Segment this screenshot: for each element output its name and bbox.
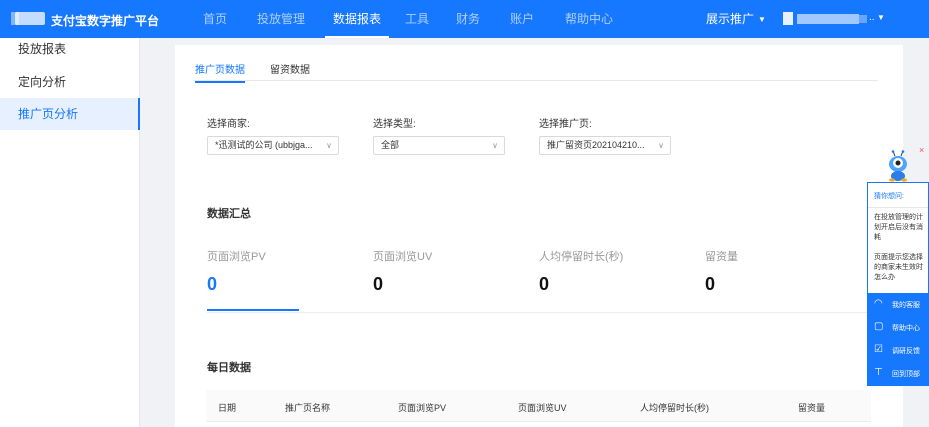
help-center-label: 帮助中心: [892, 325, 920, 332]
chevron-down-icon: ∨: [326, 141, 332, 150]
nav-home[interactable]: 首页: [203, 0, 227, 38]
merchant-select-value: *迅测试的公司 (ubbjga...: [215, 140, 313, 150]
stat-uv-label[interactable]: 页面浏览UV: [373, 248, 432, 264]
feedback-button[interactable]: ☑ 调研反馈: [868, 339, 928, 362]
user-name-redacted-tail: [859, 15, 867, 23]
daily-title: 每日数据: [207, 362, 251, 374]
user-name-redacted: [797, 14, 859, 24]
caret-down-icon: ▼: [877, 13, 885, 22]
column-header-avg-duration: 人均停留时长(秒): [640, 403, 709, 413]
stat-avg-duration-label[interactable]: 人均停留时长(秒): [539, 248, 623, 264]
landing-page-select-value: 推广留资页202104210...: [547, 140, 645, 150]
help-center-button[interactable]: ▢ 帮助中心: [868, 316, 928, 339]
user-menu[interactable]: .. ▼: [783, 12, 885, 26]
daily-table-header: 日期 推广页名称 页面浏览PV 页面浏览UV 人均停留时长(秒) 留资量: [206, 390, 871, 422]
helper-panel: 猜你想问: 在投放管理的计划开启后没有消耗 页面提示您选择的商家未生效时怎么办 …: [867, 182, 929, 386]
user-name-suffix: ..: [869, 12, 875, 23]
merchant-select[interactable]: *迅测试的公司 (ubbjga... ∨: [207, 136, 339, 155]
brand-title[interactable]: 支付宝数字推广平台: [51, 12, 159, 29]
column-header-leads: 留资量: [798, 403, 826, 413]
tab-divider: [193, 80, 878, 81]
headset-icon: ◠: [874, 298, 883, 309]
caret-down-icon: ▼: [758, 15, 766, 24]
column-header-date: 日期: [218, 403, 237, 413]
column-header-page-name: 推广页名称: [285, 403, 331, 413]
stat-leads-label[interactable]: 留资量: [705, 248, 738, 264]
column-header-uv: 页面浏览UV: [518, 403, 567, 413]
sidebar-item-targeting-analysis[interactable]: 定向分析: [0, 66, 140, 98]
brand-logo[interactable]: [11, 12, 45, 25]
nav-help-center[interactable]: 帮助中心: [565, 0, 613, 38]
feedback-icon: ☑: [874, 344, 883, 355]
active-stat-indicator: [207, 309, 299, 311]
type-select-value: 全部: [381, 140, 400, 150]
stat-pv-label[interactable]: 页面浏览PV: [207, 248, 266, 264]
my-service-button[interactable]: ◠ 我的客服: [868, 293, 928, 316]
main-card: 推广页数据 留资数据 选择商家: *迅测试的公司 (ubbjga... ∨ 选择…: [175, 45, 903, 427]
page-filter-label: 选择推广页:: [539, 119, 592, 130]
sidebar-item-campaign-report[interactable]: 投放报表: [0, 33, 140, 65]
stats-divider: [207, 312, 878, 313]
stat-uv-value: 0: [373, 274, 384, 294]
avatar: [783, 12, 793, 25]
back-to-top-button[interactable]: ⊤ 回到顶部: [868, 362, 928, 385]
chevron-down-icon: ∨: [658, 141, 664, 150]
helper-question[interactable]: 页面提示您选择的商家未生效时怎么办: [874, 253, 926, 283]
nav-data-reports[interactable]: 数据报表: [324, 0, 390, 38]
landing-page-select[interactable]: 推广留资页202104210... ∨: [539, 136, 671, 155]
sidebar-item-landing-page-analysis[interactable]: 推广页分析: [0, 98, 140, 130]
type-select[interactable]: 全部 ∨: [373, 136, 505, 155]
my-service-label: 我的客服: [892, 302, 920, 309]
help-icon: ▢: [874, 321, 884, 332]
summary-title: 数据汇总: [207, 208, 251, 220]
tab-landing-page-data[interactable]: 推广页数据: [195, 61, 245, 83]
assistant-mascot-icon[interactable]: [883, 150, 913, 182]
sidebar: 投放报表 定向分析 推广页分析: [0, 38, 140, 427]
merchant-filter-label: 选择商家:: [207, 119, 250, 130]
to-top-icon: ⊤: [874, 367, 883, 378]
stat-pv-value: 0: [207, 274, 218, 294]
helper-title: 猜你想问:: [874, 193, 904, 200]
tab-lead-data[interactable]: 留资数据: [270, 61, 310, 76]
stat-avg-duration-value: 0: [539, 274, 550, 294]
chevron-down-icon: ∨: [492, 141, 498, 150]
type-filter-label: 选择类型:: [373, 119, 416, 130]
back-to-top-label: 回到顶部: [892, 371, 920, 378]
stat-leads-value: 0: [705, 274, 716, 294]
helper-actions: ◠ 我的客服 ▢ 帮助中心 ☑ 调研反馈 ⊤ 回到顶部: [868, 293, 928, 385]
promo-type-dropdown[interactable]: 展示推广 ▼: [706, 0, 766, 38]
promo-type-label: 展示推广: [706, 12, 755, 26]
nav-finance[interactable]: 财务: [456, 0, 480, 38]
column-header-pv: 页面浏览PV: [398, 403, 447, 413]
nav-account[interactable]: 账户: [510, 0, 534, 38]
feedback-label: 调研反馈: [892, 348, 920, 355]
close-helper-icon[interactable]: ×: [919, 145, 924, 155]
nav-campaign-management[interactable]: 投放管理: [257, 0, 305, 38]
helper-question[interactable]: 在投放管理的计划开启后没有消耗: [874, 213, 926, 243]
nav-tools[interactable]: 工具: [405, 0, 429, 38]
helper-divider: [868, 207, 928, 208]
